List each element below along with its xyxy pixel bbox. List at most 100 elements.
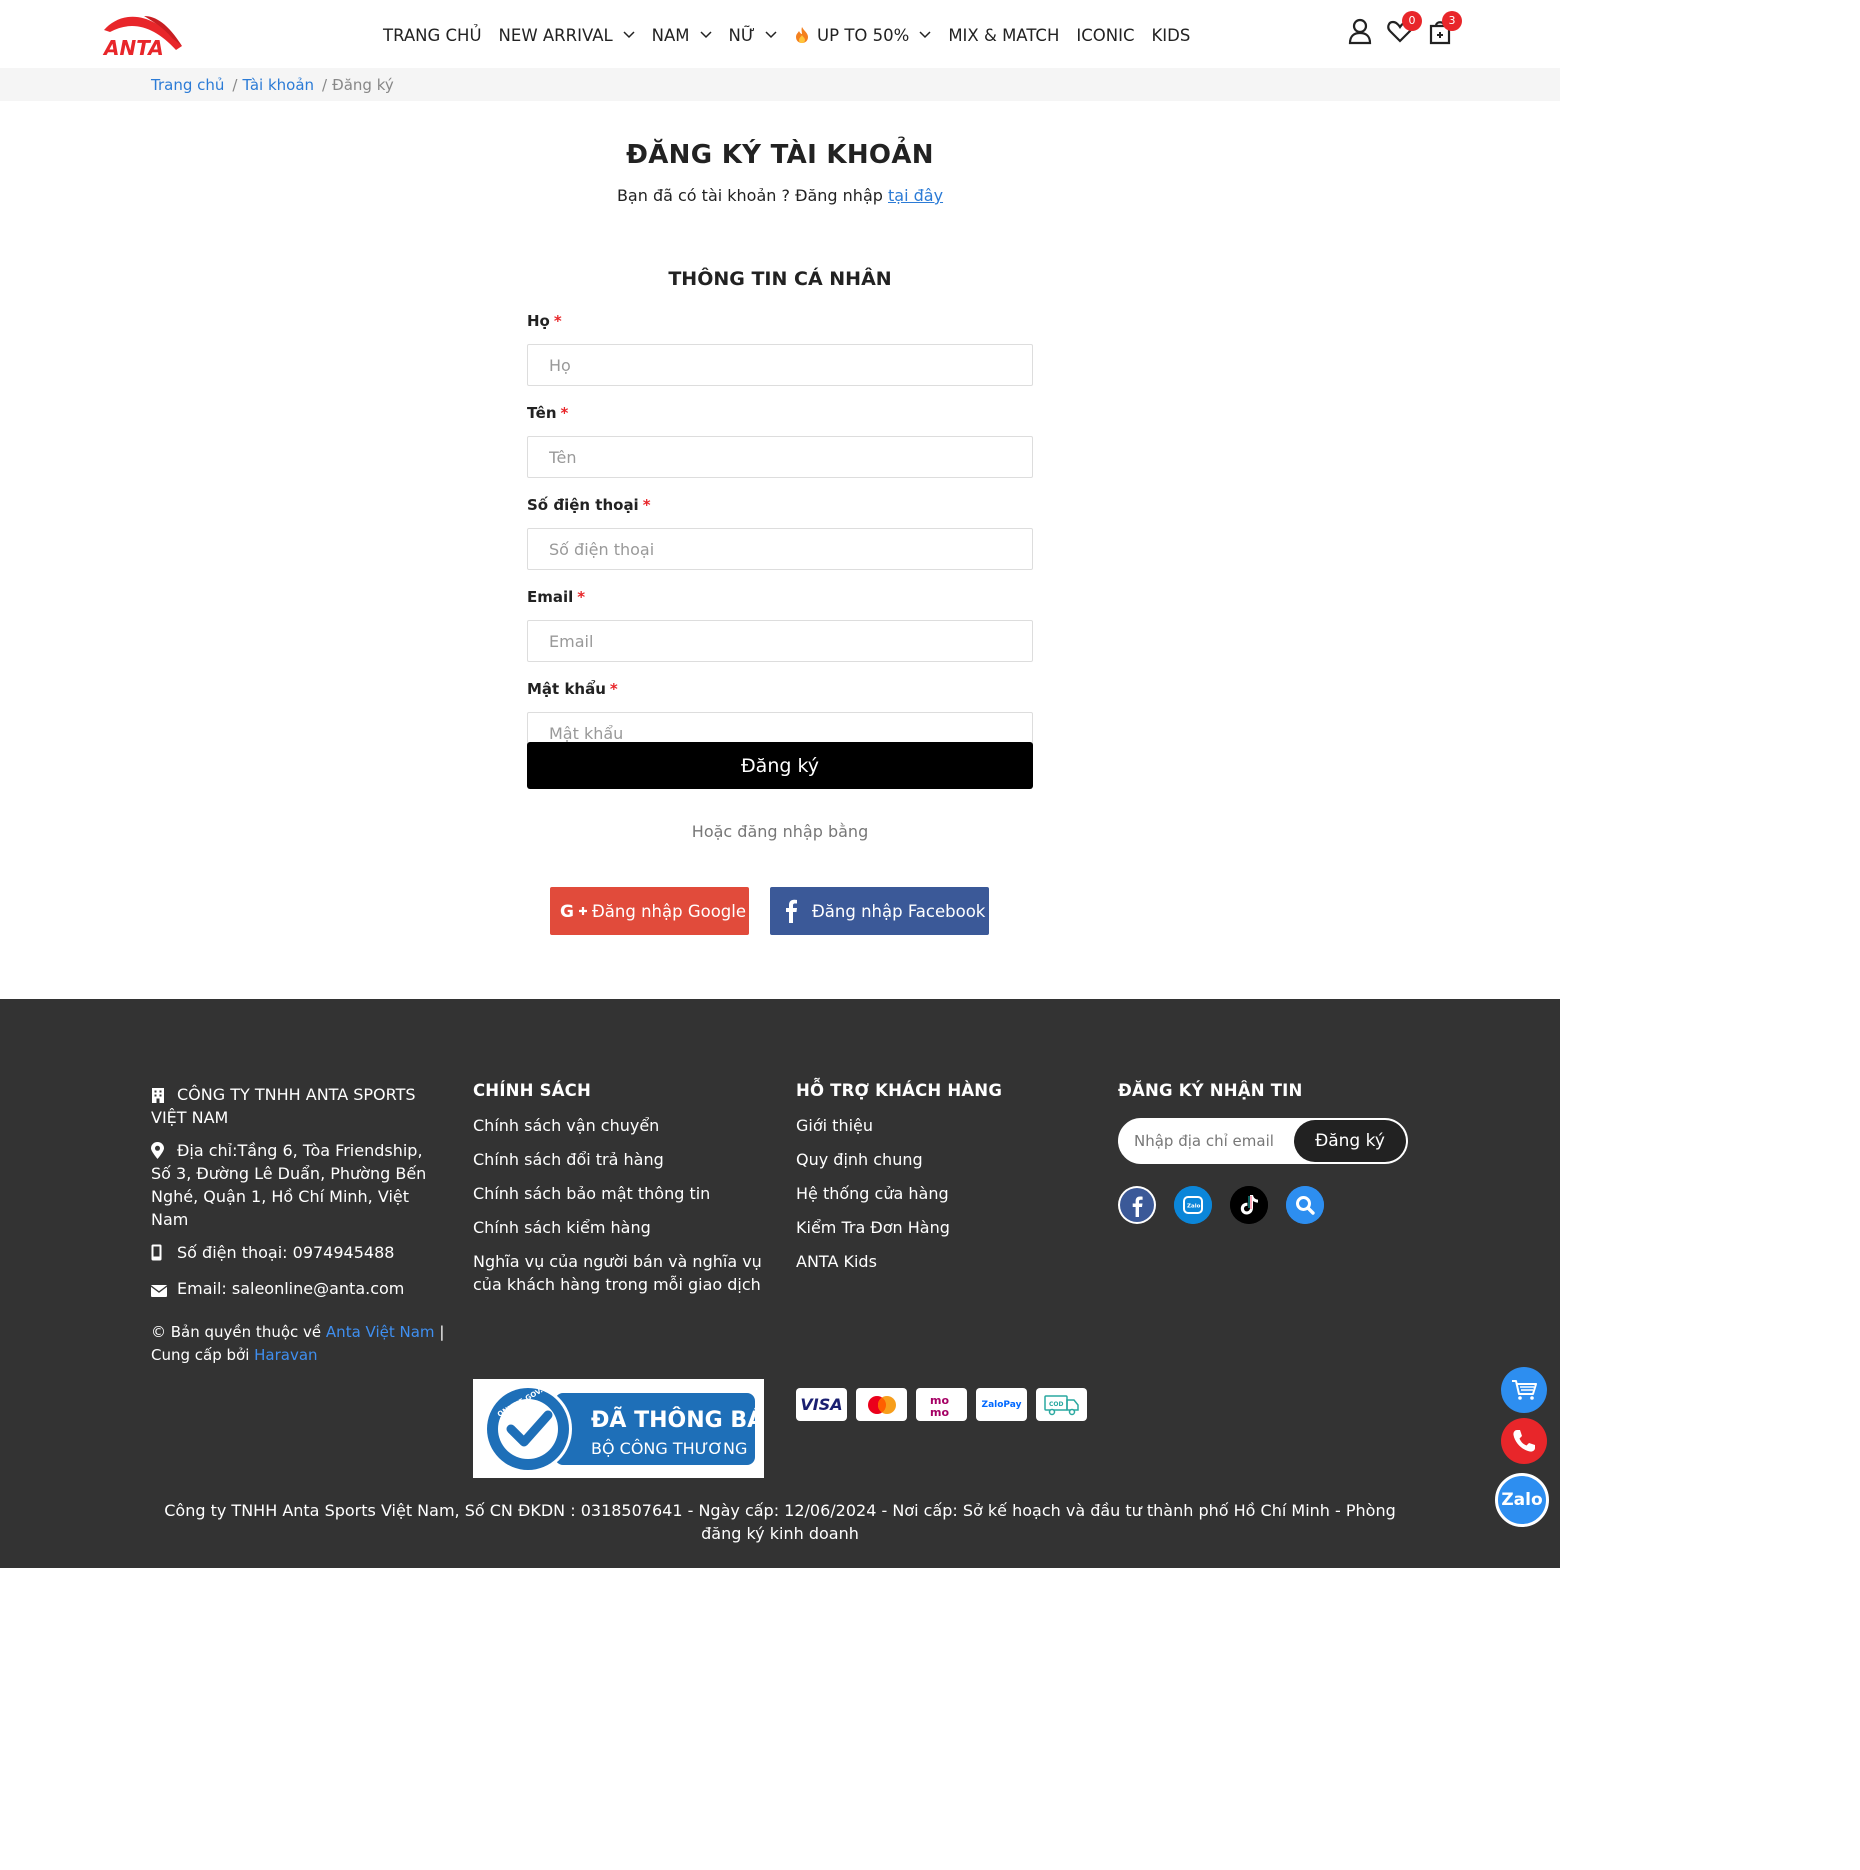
required-marker: *	[642, 496, 651, 514]
facebook-icon	[1120, 1188, 1154, 1222]
search-link[interactable]	[1286, 1186, 1324, 1224]
company-name-row: CÔNG TY TNHH ANTA SPORTS VIỆT NAM	[151, 1083, 446, 1129]
cod-truck-icon: COD	[1036, 1388, 1087, 1421]
policy-link-privacy[interactable]: Chính sách bảo mật thông tin	[473, 1182, 773, 1205]
zalo-icon: Zalo	[1174, 1186, 1212, 1224]
svg-text:mo: mo	[930, 1406, 949, 1419]
mobile-phone-icon	[151, 1244, 162, 1261]
chevron-down-icon	[623, 31, 635, 39]
ministry-registration-badge[interactable]: ONLINE.GOV.VN ĐÃ THÔNG BÁO BỘ CÔNG THƯƠN…	[473, 1379, 783, 1478]
newsletter-form: Đăng ký	[1118, 1118, 1408, 1164]
newsletter-subscribe-button[interactable]: Đăng ký	[1294, 1120, 1406, 1162]
policy-link-returns[interactable]: Chính sách đổi trả hàng	[473, 1148, 773, 1171]
policy-link-obligations[interactable]: Nghĩa vụ của người bán và nghĩa vụ của k…	[473, 1250, 773, 1296]
breadcrumb-account[interactable]: Tài khoản	[242, 76, 314, 94]
required-marker: *	[609, 680, 618, 698]
visa-icon: VISA	[796, 1388, 847, 1421]
facebook-link[interactable]	[1118, 1186, 1156, 1224]
zalo-link[interactable]: Zalo	[1174, 1186, 1212, 1224]
nav-new-arrival[interactable]: NEW ARRIVAL	[499, 26, 635, 45]
support-heading: HỖ TRỢ KHÁCH HÀNG	[796, 1081, 1003, 1100]
nav-men[interactable]: NAM	[652, 26, 712, 45]
support-link-kids[interactable]: ANTA Kids	[796, 1250, 1076, 1273]
cart-icon	[1512, 1380, 1537, 1400]
breadcrumb-separator: /	[232, 76, 238, 94]
policy-link-inspection[interactable]: Chính sách kiểm hàng	[473, 1216, 773, 1239]
support-link-stores[interactable]: Hệ thống cửa hàng	[796, 1182, 1076, 1205]
login-prompt-text: Bạn đã có tài khoản ? Đăng nhập	[616, 186, 883, 205]
zalopay-icon: ZaloPay	[976, 1388, 1027, 1421]
tiktok-link[interactable]	[1230, 1186, 1268, 1224]
nav-home[interactable]: TRANG CHỦ	[383, 26, 482, 45]
policy-heading: CHÍNH SÁCH	[473, 1081, 591, 1100]
breadcrumb-separator: /	[322, 76, 328, 94]
nav-home-label: TRANG CHỦ	[383, 25, 482, 45]
google-login-button[interactable]: G Đăng nhập Google	[550, 887, 749, 935]
nav-women-label: NỮ	[728, 25, 756, 45]
password-label: Mật khẩu *	[527, 680, 618, 698]
support-link-about[interactable]: Giới thiệu	[796, 1114, 1076, 1137]
haravan-link[interactable]: Haravan	[254, 1346, 317, 1364]
facebook-login-button[interactable]: Đăng nhập Facebook	[770, 887, 989, 935]
company-address-row: Địa chỉ:Tầng 6, Tòa Friendship, Số 3, Đư…	[151, 1139, 446, 1231]
nav-mix-match[interactable]: MIX & MATCH	[948, 26, 1059, 45]
last-name-input[interactable]	[527, 344, 1033, 386]
envelope-icon	[150, 1285, 168, 1297]
phone-input[interactable]	[527, 528, 1033, 570]
support-link-terms[interactable]: Quy định chung	[796, 1148, 1076, 1171]
legal-notice: Công ty TNHH Anta Sports Việt Nam, Số CN…	[164, 1501, 1396, 1543]
breadcrumb: Trang chủ / Tài khoản / Đăng ký	[151, 76, 394, 94]
phone-icon	[1513, 1430, 1535, 1452]
floating-call-button[interactable]	[1501, 1418, 1547, 1464]
momo-icon: mo mo	[916, 1388, 967, 1421]
facebook-f-icon	[786, 899, 797, 923]
company-email[interactable]: Email: saleonline@anta.com	[177, 1277, 404, 1303]
email-input[interactable]	[527, 620, 1033, 662]
nav-sale[interactable]: UP TO 50%	[794, 26, 931, 45]
breadcrumb-home[interactable]: Trang chủ	[151, 76, 224, 94]
policy-link-shipping[interactable]: Chính sách vận chuyển	[473, 1114, 773, 1137]
badge-line1: ĐÃ THÔNG BÁO	[591, 1407, 764, 1433]
alt-login-text: Hoặc đăng nhập bằng	[691, 822, 869, 841]
newsletter-email-input[interactable]	[1134, 1120, 1294, 1162]
site-header: ANTA TRANG CHỦ NEW ARRIVAL NAM NỮ UP TO …	[0, 0, 1560, 68]
logo-text: ANTA	[102, 36, 164, 58]
cart-button[interactable]: 3	[1426, 11, 1462, 45]
nav-sale-label: UP TO 50%	[817, 25, 910, 45]
wishlist-count-badge: 0	[1402, 11, 1422, 31]
google-login-label: Đăng nhập Google	[592, 901, 747, 921]
newsletter-column: ĐĂNG KÝ NHẬN TIN Đăng ký Zalo	[1118, 1081, 1418, 1224]
facebook-login-label: Đăng nhập Facebook	[812, 901, 986, 921]
anta-logo[interactable]: ANTA	[102, 10, 184, 60]
company-address: Địa chỉ:Tầng 6, Tòa Friendship, Số 3, Đư…	[151, 1141, 427, 1229]
nav-iconic-label: ICONIC	[1076, 25, 1135, 45]
support-link-order-check[interactable]: Kiểm Tra Đơn Hàng	[796, 1216, 1076, 1239]
breadcrumb-current: Đăng ký	[332, 76, 394, 94]
nav-iconic[interactable]: ICONIC	[1076, 26, 1134, 45]
chevron-down-icon	[919, 31, 931, 39]
floating-zalo-button[interactable]: Zalo	[1495, 1473, 1549, 1527]
breadcrumb-bar: Trang chủ / Tài khoản / Đăng ký	[0, 68, 1560, 101]
fire-icon	[796, 27, 809, 43]
required-marker: *	[560, 404, 569, 422]
first-name-input[interactable]	[527, 436, 1033, 478]
nav-kids[interactable]: KIDS	[1151, 26, 1190, 45]
floating-cart-button[interactable]	[1501, 1367, 1547, 1413]
copyright: © Bản quyền thuộc về Anta Việt Nam | Cun…	[151, 1323, 445, 1364]
company-phone-row: Số điện thoại: 0974945488	[151, 1241, 446, 1267]
user-icon	[1348, 18, 1372, 45]
badge-line2: BỘ CÔNG THƯƠNG	[591, 1439, 747, 1458]
account-button[interactable]	[1346, 17, 1374, 45]
required-marker: *	[577, 588, 586, 606]
page-title: ĐĂNG KÝ TÀI KHOẢN	[626, 140, 934, 170]
svg-text:G: G	[560, 902, 574, 921]
login-here-link[interactable]: tại đây	[888, 186, 943, 205]
company-phone[interactable]: Số điện thoại: 0974945488	[177, 1241, 394, 1267]
brand-link[interactable]: Anta Việt Nam	[326, 1323, 435, 1341]
nav-women[interactable]: NỮ	[729, 26, 778, 45]
phone-label: Số điện thoại *	[527, 496, 651, 514]
chevron-down-icon	[700, 31, 712, 39]
tiktok-icon	[1230, 1186, 1268, 1224]
wishlist-button[interactable]: 0	[1386, 11, 1422, 45]
register-button[interactable]: Đăng ký	[527, 742, 1033, 789]
